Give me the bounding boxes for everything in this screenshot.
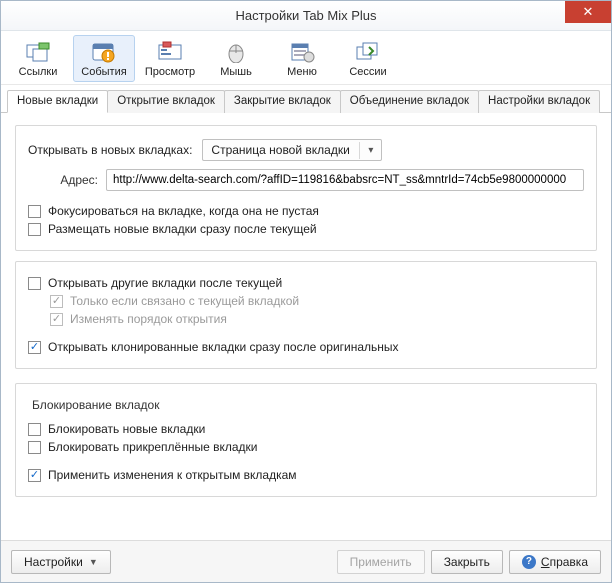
mouse-icon xyxy=(222,40,250,64)
settings-window: Настройки Tab Mix Plus ✕ Ссылки События … xyxy=(0,0,612,583)
tab-close-tabs[interactable]: Закрытие вкладок xyxy=(224,90,341,113)
checkbox-focus-nonempty[interactable]: Фокусироваться на вкладке, когда она не … xyxy=(28,204,584,218)
chevron-down-icon: ▼ xyxy=(89,557,98,567)
tab-new-tabs[interactable]: Новые вкладки xyxy=(7,90,108,113)
checkbox-icon xyxy=(28,423,41,436)
toolbar-label: Мышь xyxy=(220,66,252,78)
help-icon: ? xyxy=(522,555,536,569)
checkbox-open-other-after-current[interactable]: Открывать другие вкладки после текущей xyxy=(28,276,584,290)
checkbox-icon xyxy=(28,441,41,454)
chevron-down-icon: ▾ xyxy=(359,142,377,159)
toolbar-item-menu[interactable]: Меню xyxy=(271,35,333,82)
apply-button: Применить xyxy=(337,550,425,574)
toolbar-label: Меню xyxy=(287,66,317,78)
button-label: Справка xyxy=(541,555,588,569)
toolbar-item-mouse[interactable]: Мышь xyxy=(205,35,267,82)
checkbox-icon xyxy=(28,205,41,218)
toolbar-label: Просмотр xyxy=(145,66,195,78)
address-label: Адрес: xyxy=(28,173,98,187)
checkbox-only-if-related: ✓ Только если связано с текущей вкладкой xyxy=(28,294,584,308)
checkbox-lock-new-tabs[interactable]: Блокировать новые вкладки xyxy=(28,422,584,436)
tab-open-tabs[interactable]: Открытие вкладок xyxy=(107,90,225,113)
checkbox-icon: ✓ xyxy=(28,341,41,354)
open-in-select[interactable]: Страница новой вкладки ▾ xyxy=(202,139,382,161)
content-area: Открывать в новых вкладках: Страница нов… xyxy=(1,113,611,540)
group-other-tabs: Открывать другие вкладки после текущей ✓… xyxy=(15,261,597,369)
group-tab-locking: Блокирование вкладок Блокировать новые в… xyxy=(15,383,597,497)
toolbar-item-links[interactable]: Ссылки xyxy=(7,35,69,82)
footer: Настройки ▼ Применить Закрыть ? Справка xyxy=(1,540,611,582)
checkbox-label: Только если связано с текущей вкладкой xyxy=(70,294,299,308)
checkbox-label: Блокировать новые вкладки xyxy=(48,422,205,436)
toolbar-item-events[interactable]: События xyxy=(73,35,135,82)
button-label: Закрыть xyxy=(444,555,490,569)
checkbox-change-open-order: ✓ Изменять порядок открытия xyxy=(28,312,584,326)
checkbox-label: Фокусироваться на вкладке, когда она не … xyxy=(48,204,319,218)
group-legend: Блокирование вкладок xyxy=(28,398,163,412)
settings-menu-button[interactable]: Настройки ▼ xyxy=(11,550,111,574)
toolbar-item-display[interactable]: Просмотр xyxy=(139,35,201,82)
display-icon xyxy=(156,40,184,64)
checkbox-icon: ✓ xyxy=(50,295,63,308)
window-title: Настройки Tab Mix Plus xyxy=(235,8,376,23)
button-label: Настройки xyxy=(24,555,83,569)
close-button[interactable]: Закрыть xyxy=(431,550,503,574)
events-icon xyxy=(90,40,118,64)
checkbox-label: Применить изменения к открытым вкладкам xyxy=(48,468,297,482)
checkbox-label: Размещать новые вкладки сразу после теку… xyxy=(48,222,317,236)
toolbar-item-sessions[interactable]: Сессии xyxy=(337,35,399,82)
sessions-icon xyxy=(354,40,382,64)
toolbar-label: События xyxy=(81,66,126,78)
checkbox-label: Изменять порядок открытия xyxy=(70,312,227,326)
titlebar: Настройки Tab Mix Plus ✕ xyxy=(1,1,611,31)
select-value: Страница новой вкладки xyxy=(211,143,349,157)
links-icon xyxy=(24,40,52,64)
menu-icon xyxy=(288,40,316,64)
checkbox-label: Блокировать прикреплённые вкладки xyxy=(48,440,258,454)
close-window-button[interactable]: ✕ xyxy=(565,1,611,23)
address-input[interactable] xyxy=(106,169,584,191)
help-button[interactable]: ? Справка xyxy=(509,550,601,574)
close-icon: ✕ xyxy=(583,4,594,20)
tab-merge-tabs[interactable]: Объединение вкладок xyxy=(340,90,479,113)
group-new-tab-page: Открывать в новых вкладках: Страница нов… xyxy=(15,125,597,251)
sub-tabs: Новые вкладки Открытие вкладок Закрытие … xyxy=(1,85,611,113)
checkbox-lock-pinned-tabs[interactable]: Блокировать прикреплённые вкладки xyxy=(28,440,584,454)
checkbox-icon: ✓ xyxy=(50,313,63,326)
toolbar-label: Ссылки xyxy=(19,66,58,78)
checkbox-icon: ✓ xyxy=(28,469,41,482)
checkbox-open-cloned-after-original[interactable]: ✓ Открывать клонированные вкладки сразу … xyxy=(28,340,584,354)
checkbox-apply-to-open-tabs[interactable]: ✓ Применить изменения к открытым вкладка… xyxy=(28,468,584,482)
toolbar-label: Сессии xyxy=(349,66,386,78)
checkbox-icon xyxy=(28,223,41,236)
tab-tab-settings[interactable]: Настройки вкладок xyxy=(478,90,600,113)
checkbox-icon xyxy=(28,277,41,290)
toolbar: Ссылки События Просмотр Мышь Меню xyxy=(1,31,611,85)
checkbox-label: Открывать клонированные вкладки сразу по… xyxy=(48,340,399,354)
checkbox-place-after-current[interactable]: Размещать новые вкладки сразу после теку… xyxy=(28,222,584,236)
open-in-label: Открывать в новых вкладках: xyxy=(28,143,192,157)
button-label: Применить xyxy=(350,555,412,569)
checkbox-label: Открывать другие вкладки после текущей xyxy=(48,276,282,290)
